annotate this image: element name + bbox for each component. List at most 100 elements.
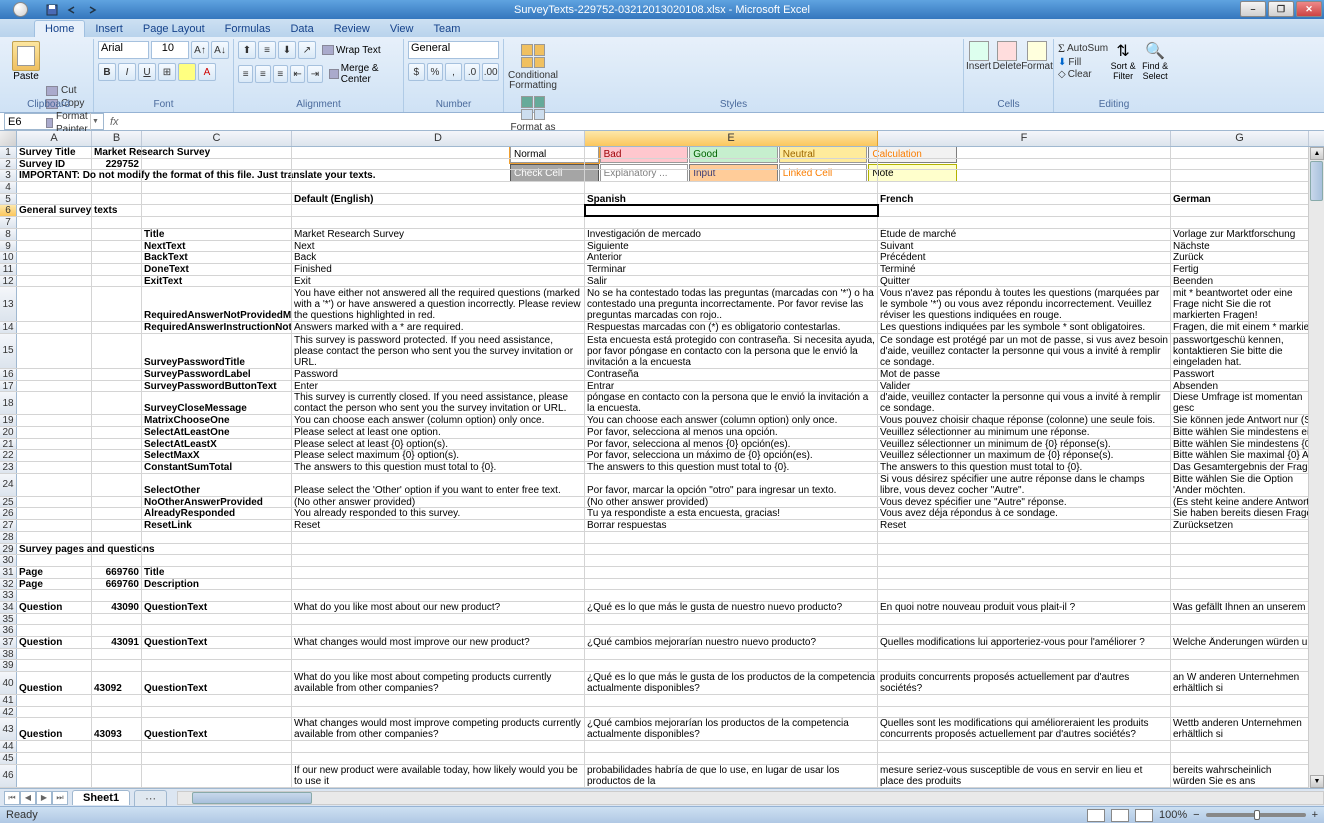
cell[interactable]: ¿Qué es lo que más le gusta de los produ… [585,672,878,694]
cell[interactable]: You can choose each answer (column optio… [292,415,585,426]
cell[interactable]: Was gefällt Ihnen an unserem Pro [1171,602,1309,613]
cell[interactable] [17,229,92,240]
cell[interactable]: Respuestas marcadas con (*) es obligator… [585,322,878,333]
cell[interactable]: SelectOther [142,474,292,496]
cell[interactable]: ResetLink [142,520,292,531]
cell[interactable] [142,753,292,764]
cell[interactable] [92,555,142,566]
sheet-nav-prev[interactable]: ◀ [20,791,36,805]
cell[interactable] [1171,649,1309,660]
cell[interactable]: SurveyPasswordButtonText [142,381,292,392]
paste-button[interactable]: Paste [8,39,44,82]
cell[interactable]: Wenn unser neues Produkt bereits wahrsch… [1171,765,1309,787]
row-header[interactable]: 34 [0,602,17,613]
cell[interactable] [17,427,92,438]
cell[interactable] [1171,159,1309,170]
sheet-nav-last[interactable]: ⏭ [52,791,68,805]
cell[interactable]: Por favor, selecciona un máximo de {0} o… [585,450,878,461]
grow-font-button[interactable]: A↑ [191,41,209,59]
cell[interactable]: General survey texts [17,205,92,216]
cell[interactable]: Please select the 'Other' option if you … [292,474,585,496]
cell[interactable] [292,205,585,216]
cell[interactable]: Contraseña [585,369,878,380]
cell[interactable] [142,707,292,718]
cell[interactable] [292,741,585,752]
cell[interactable] [1171,555,1309,566]
cell[interactable]: Question [17,637,92,648]
cell[interactable] [142,532,292,543]
cell[interactable]: Reset [292,520,585,531]
redo-icon[interactable] [84,2,100,18]
cell[interactable] [142,182,292,193]
cell[interactable] [17,532,92,543]
row-header[interactable]: 32 [0,579,17,590]
align-middle-button[interactable]: ≡ [258,41,276,59]
cell[interactable] [17,508,92,519]
cell[interactable]: Password [292,369,585,380]
cell[interactable] [292,532,585,543]
cell[interactable] [585,544,878,555]
zoom-slider[interactable] [1206,813,1306,817]
sheet-nav-first[interactable]: ⏮ [4,791,20,805]
cell[interactable]: Beenden [1171,276,1309,287]
comma-button[interactable]: , [445,63,462,81]
cell[interactable]: Welche Änderungen würden unse [1171,637,1309,648]
formula-input[interactable] [125,113,1324,130]
conditional-formatting-button[interactable]: Conditional Formatting [508,39,558,91]
cell[interactable] [1171,217,1309,228]
cell[interactable]: Survey pages and questions [17,544,92,555]
cell[interactable] [142,590,292,601]
view-normal-button[interactable] [1087,809,1105,822]
cell[interactable]: Welche Änderungen würden Wettb anderen U… [1171,718,1309,740]
cell[interactable]: Terminé [878,264,1171,275]
cell[interactable]: (No other answer provided) [292,497,585,508]
font-name-select[interactable]: Arial [98,41,149,59]
cell[interactable] [92,660,142,671]
cell[interactable]: What do you like most about our new prod… [292,602,585,613]
row-header[interactable]: 28 [0,532,17,543]
cell[interactable] [17,450,92,461]
cell[interactable]: Veuillez sélectionner un minimum de {0} … [878,439,1171,450]
cell[interactable] [92,381,142,392]
cell[interactable]: Was gefällt Ihnen am besten an W anderen… [1171,672,1309,694]
row-header[interactable]: 15 [0,334,17,368]
cell[interactable] [585,182,878,193]
cell[interactable] [878,217,1171,228]
cell[interactable] [878,707,1171,718]
clear-button[interactable]: ◇Clear [1058,69,1108,80]
cell[interactable]: QuestionText [142,602,292,613]
cell[interactable] [17,322,92,333]
cell[interactable] [17,695,92,706]
merge-center-button[interactable]: Merge & Center [329,63,399,85]
view-pagebreak-button[interactable] [1135,809,1153,822]
cell[interactable]: Bitte wählen Sie maximal {0} Antw [1171,450,1309,461]
cell[interactable] [878,567,1171,578]
cell[interactable]: ConstantSumTotal [142,462,292,473]
sheet-tab-new[interactable]: ⋯ [134,790,167,806]
row-header[interactable]: 11 [0,264,17,275]
cell[interactable] [17,241,92,252]
grid-body[interactable]: 1Survey TitleMarket Research Survey2Surv… [0,147,1324,788]
align-top-button[interactable]: ⬆ [238,41,256,59]
cell[interactable]: French [878,194,1171,205]
align-center-button[interactable]: ≡ [255,65,270,83]
cell[interactable]: Question [17,602,92,613]
cell[interactable]: Please select at least one option. [292,427,585,438]
cell[interactable]: NoOtherAnswerProvided [142,497,292,508]
cell[interactable] [585,625,878,636]
cell[interactable]: If our new product were available today,… [292,765,585,787]
cell[interactable]: Sie können jede Antwort nur (Spal [1171,415,1309,426]
cut-button[interactable]: Cut [46,84,89,97]
cell[interactable] [92,497,142,508]
cell[interactable] [878,695,1171,706]
cell[interactable] [92,450,142,461]
cell[interactable]: Finished [292,264,585,275]
cell[interactable]: Quitter [878,276,1171,287]
cell[interactable]: Vous pouvez choisir chaque réponse (colo… [878,415,1171,426]
maximize-button[interactable]: ❐ [1268,1,1294,17]
cell[interactable] [92,474,142,496]
row-header[interactable]: 1 [0,147,17,158]
row-header[interactable]: 20 [0,427,17,438]
cell[interactable]: Suivant [878,241,1171,252]
row-header[interactable]: 9 [0,241,17,252]
